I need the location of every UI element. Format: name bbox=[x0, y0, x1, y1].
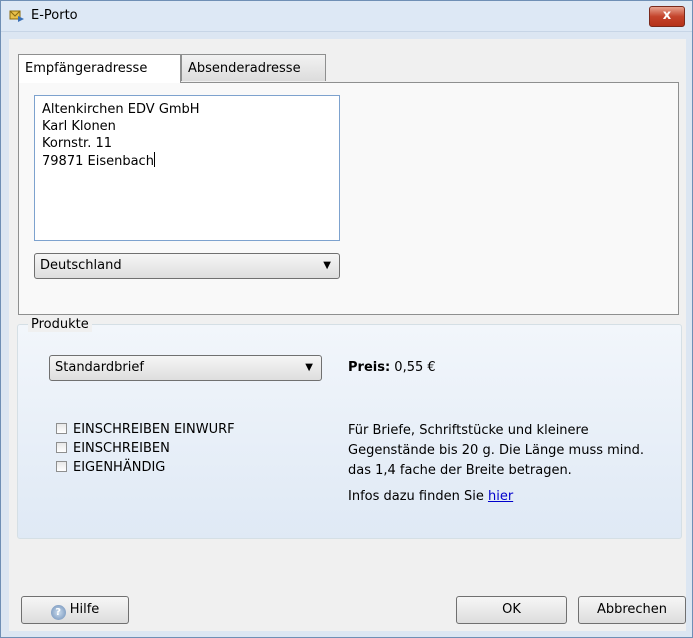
option-label: EINSCHREIBEN bbox=[73, 441, 170, 456]
price-label: Preis: bbox=[348, 360, 391, 375]
e-porto-dialog: E-Porto x Empfängeradresse Absenderadres… bbox=[0, 0, 693, 638]
option-label: EIGENHÄNDIG bbox=[73, 460, 166, 475]
info-link[interactable]: hier bbox=[488, 489, 513, 504]
price-value: 0,55 € bbox=[394, 360, 436, 375]
dialog-client-area: Empfängeradresse Absenderadresse Altenki… bbox=[9, 39, 686, 631]
tab-empfaengeradresse[interactable]: Empfängeradresse bbox=[18, 54, 181, 83]
close-button[interactable]: x bbox=[649, 6, 685, 27]
title-bar[interactable]: E-Porto x bbox=[1, 1, 692, 32]
option-einschreiben[interactable]: EINSCHREIBEN bbox=[56, 440, 170, 458]
product-select-value: Standardbrief bbox=[55, 360, 144, 375]
option-einschreiben-einwurf[interactable]: EINSCHREIBEN EINWURF bbox=[56, 421, 235, 439]
products-group-label: Produkte bbox=[28, 317, 92, 332]
checkbox[interactable] bbox=[56, 423, 67, 434]
window-title: E-Porto bbox=[31, 8, 78, 23]
price-display: Preis: 0,55 € bbox=[348, 360, 436, 375]
product-select[interactable]: Standardbrief ▼ bbox=[49, 355, 322, 381]
tab-absenderadresse[interactable]: Absenderadresse bbox=[181, 54, 326, 81]
app-icon bbox=[9, 8, 25, 24]
country-select-value: Deutschland bbox=[40, 258, 122, 273]
chevron-down-icon: ▼ bbox=[323, 260, 331, 271]
country-select[interactable]: Deutschland ▼ bbox=[34, 253, 340, 279]
address-textarea[interactable]: Altenkirchen EDV GmbH Karl Klonen Kornst… bbox=[34, 95, 340, 241]
checkbox[interactable] bbox=[56, 461, 67, 472]
cancel-button[interactable]: Abbrechen bbox=[578, 596, 686, 624]
help-question-icon: ? bbox=[50, 605, 66, 620]
products-group: Produkte Standardbrief ▼ Preis: 0,55 € E… bbox=[17, 317, 682, 539]
help-button-label: Hilfe bbox=[69, 602, 100, 617]
address-text: Altenkirchen EDV GmbH Karl Klonen Kornst… bbox=[42, 102, 200, 169]
help-button[interactable]: ? Hilfe bbox=[21, 596, 129, 624]
recipient-address-panel: Altenkirchen EDV GmbH Karl Klonen Kornst… bbox=[18, 82, 679, 315]
product-description: Für Briefe, Schriftstücke und kleinere G… bbox=[348, 423, 645, 478]
chevron-down-icon: ▼ bbox=[305, 362, 313, 373]
ok-button[interactable]: OK bbox=[456, 596, 567, 624]
option-label: EINSCHREIBEN EINWURF bbox=[73, 422, 235, 437]
checkbox[interactable] bbox=[56, 442, 67, 453]
info-line: Infos dazu finden Sie hier bbox=[348, 489, 513, 504]
info-text: Infos dazu finden Sie bbox=[348, 489, 488, 504]
option-eigenhaendig[interactable]: EIGENHÄNDIG bbox=[56, 459, 165, 477]
text-caret bbox=[153, 152, 155, 167]
